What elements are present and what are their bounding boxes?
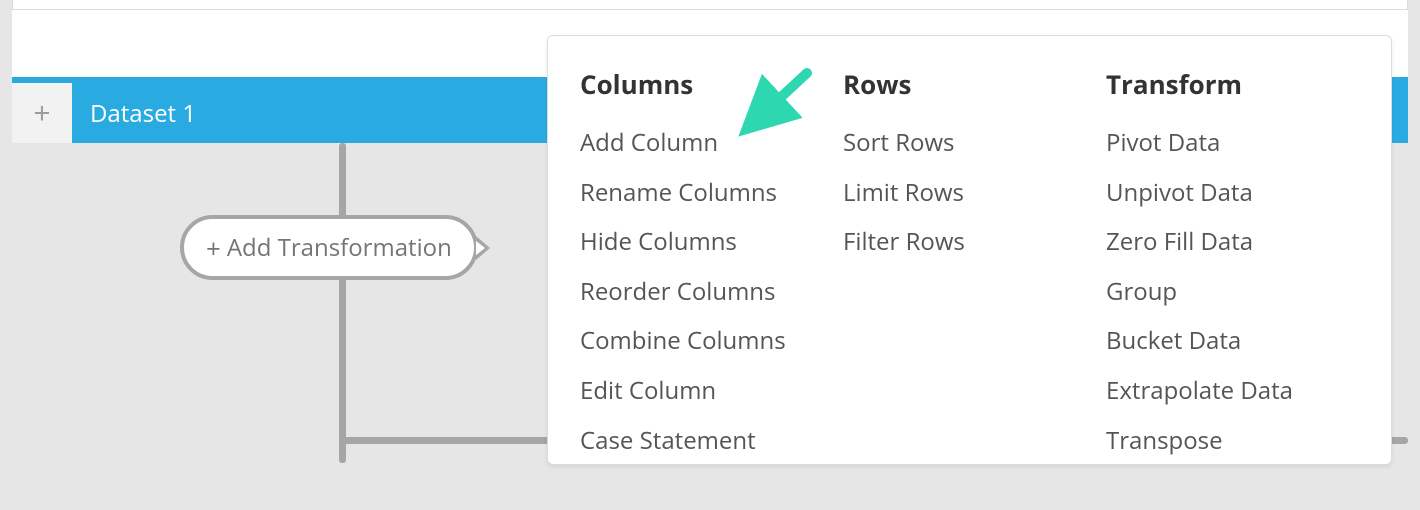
menu-item-limit-rows[interactable]: Limit Rows: [843, 168, 1096, 218]
menu-item-pivot-data[interactable]: Pivot Data: [1106, 118, 1359, 168]
menu-item-case-statement[interactable]: Case Statement: [580, 416, 833, 466]
columns-heading: Columns: [580, 66, 833, 102]
chip-pointer-icon: [476, 236, 490, 260]
add-transformation-chip-wrap: + Add Transformation: [180, 215, 490, 280]
dataset-name-label[interactable]: Dataset 1: [90, 97, 196, 130]
menu-item-add-column[interactable]: Add Column: [580, 118, 833, 168]
menu-item-hide-columns[interactable]: Hide Columns: [580, 217, 833, 267]
menu-item-reorder-columns[interactable]: Reorder Columns: [580, 267, 833, 317]
transform-heading: Transform: [1106, 66, 1359, 102]
popup-column-columns: Columns Add Column Rename Columns Hide C…: [580, 66, 833, 454]
top-panel-edge: [12, 0, 1408, 10]
menu-item-extrapolate-data[interactable]: Extrapolate Data: [1106, 366, 1359, 416]
menu-item-unpivot-data[interactable]: Unpivot Data: [1106, 168, 1359, 218]
add-transformation-label: Add Transformation: [227, 231, 452, 264]
menu-item-filter-rows[interactable]: Filter Rows: [843, 217, 1096, 267]
menu-item-bucket-data[interactable]: Bucket Data: [1106, 316, 1359, 366]
menu-item-sort-rows[interactable]: Sort Rows: [843, 118, 1096, 168]
popup-column-rows: Rows Sort Rows Limit Rows Filter Rows: [843, 66, 1096, 454]
menu-item-edit-column[interactable]: Edit Column: [580, 366, 833, 416]
menu-item-rename-columns[interactable]: Rename Columns: [580, 168, 833, 218]
menu-item-zero-fill-data[interactable]: Zero Fill Data: [1106, 217, 1359, 267]
plus-icon: +: [33, 98, 50, 128]
pipeline-connector-vertical: [339, 143, 346, 463]
menu-item-transpose[interactable]: Transpose: [1106, 416, 1359, 466]
plus-icon: +: [206, 230, 221, 266]
menu-item-combine-columns[interactable]: Combine Columns: [580, 316, 833, 366]
add-dataset-button[interactable]: +: [12, 83, 72, 143]
popup-column-transform: Transform Pivot Data Unpivot Data Zero F…: [1106, 66, 1359, 454]
add-transformation-button[interactable]: + Add Transformation: [180, 215, 478, 280]
transformation-menu-popup: Columns Add Column Rename Columns Hide C…: [547, 35, 1392, 465]
menu-item-group[interactable]: Group: [1106, 267, 1359, 317]
rows-heading: Rows: [843, 66, 1096, 102]
